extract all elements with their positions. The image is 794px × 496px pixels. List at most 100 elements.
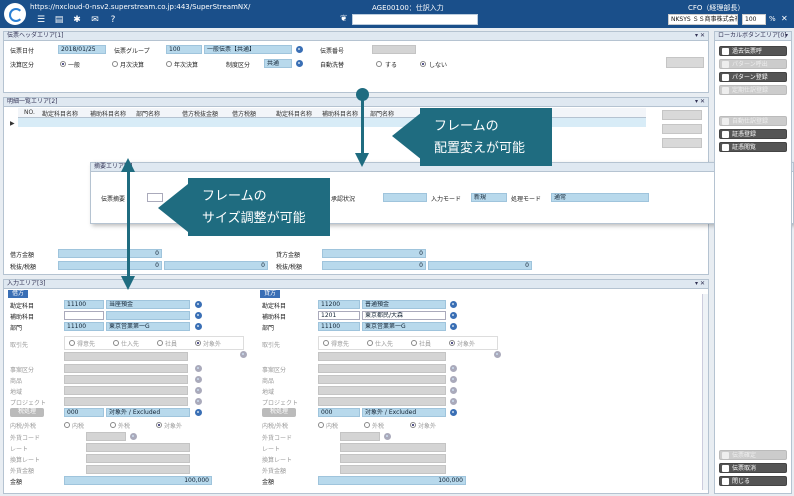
credit-dept-code[interactable]: 11100 (318, 322, 360, 331)
local-button-panel-title: ローカルボタンエリア[0] ▾ (715, 32, 791, 41)
search-icon[interactable] (450, 387, 457, 394)
debit-sub-code[interactable] (64, 311, 104, 320)
search-icon[interactable] (296, 46, 303, 53)
debit-tax-code[interactable]: 000 (64, 408, 104, 417)
debit-account-name: 当座預金 (106, 300, 190, 309)
pattern-register-button[interactable]: パターン登録 (719, 72, 787, 82)
search-input[interactable] (352, 14, 478, 25)
search-icon[interactable] (130, 433, 137, 440)
debit-partner-radio-supplier[interactable] (113, 340, 119, 346)
help-icon[interactable]: ? (108, 15, 118, 25)
search-icon[interactable] (450, 301, 457, 308)
local-button-panel: ローカルボタンエリア[0] ▾ 過去伝票呼 パターン呼出 パターン登録 定期仕訳登… (714, 31, 792, 494)
credit-tax-field-1: 0 (322, 261, 426, 270)
debit-fx-label: 外貨コード (10, 435, 41, 442)
confirm-header-button[interactable] (666, 57, 704, 68)
mail-icon[interactable]: ✉ (90, 15, 100, 25)
slip-confirm-button[interactable]: 伝票確定 (719, 450, 787, 460)
pattern-call-button[interactable]: パターン呼出 (719, 59, 787, 69)
search-icon[interactable] (296, 60, 303, 67)
search-icon[interactable] (494, 351, 501, 358)
voucher-register-button[interactable]: 証憑登録 (719, 129, 787, 139)
debit-inout-radio-none[interactable] (156, 422, 162, 428)
settle-opt-monthly: 月次決算 (120, 62, 145, 69)
company-select[interactable]: NKSYS ＳＳ商事株式会社 (668, 14, 738, 25)
search-icon[interactable] (195, 387, 202, 394)
input-panel-scrollbar[interactable] (702, 294, 708, 490)
debit-partner-radio-employee[interactable] (157, 340, 163, 346)
credit-tax-button[interactable]: 税処理 (262, 408, 296, 417)
search-icon[interactable] (450, 409, 457, 416)
credit-sub-code[interactable]: 1201 (318, 311, 360, 320)
user-role: CFO（経理部長） (688, 4, 745, 12)
menu-icon[interactable]: ☰ (36, 15, 46, 25)
credit-partner-radio-employee[interactable] (411, 340, 417, 346)
voucher-view-button[interactable]: 証憑閲覧 (719, 142, 787, 152)
auto-radio-no[interactable] (420, 61, 426, 67)
credit-inout-radio-out[interactable] (364, 422, 370, 428)
url-text: https://nxcloud-0-nsv2.superstream.co.jp… (30, 3, 251, 11)
move-callout-line1: フレームの (434, 119, 499, 134)
debit-inout-radio-in[interactable] (64, 422, 70, 428)
debit-inout-radio-out[interactable] (110, 422, 116, 428)
credit-tax-code[interactable]: 000 (318, 408, 360, 417)
search-icon[interactable] (195, 312, 202, 319)
settle-radio-general[interactable] (60, 61, 66, 67)
debit-amount-field[interactable]: 100,000 (64, 476, 212, 485)
date-field[interactable]: 2018/01/25 (58, 45, 106, 54)
debit-tax-button[interactable]: 税処理 (10, 408, 44, 417)
credit-amount-field[interactable]: 100,000 (318, 476, 466, 485)
close-button[interactable]: 閉じる (719, 476, 787, 486)
search-icon[interactable] (450, 312, 457, 319)
debit-dept-code[interactable]: 11100 (64, 322, 104, 331)
credit-amount-label: 金額 (262, 479, 275, 486)
group-code-field[interactable]: 100 (166, 45, 202, 54)
credit-inout-radio-in[interactable] (318, 422, 324, 428)
close-icon[interactable]: ✕ (781, 14, 788, 23)
auto-register-button[interactable]: 自動仕訳登録 (719, 116, 787, 126)
credit-partner-radio-customer[interactable] (323, 340, 329, 346)
settle-radio-monthly[interactable] (112, 61, 118, 67)
search-icon[interactable] (195, 398, 202, 405)
settle-radio-yearly[interactable] (166, 61, 172, 67)
periodic-register-button[interactable]: 定期仕訳登録 (719, 85, 787, 95)
past-slip-button[interactable]: 過去伝票呼 (719, 46, 787, 56)
search-icon[interactable] (450, 323, 457, 330)
auto-radio-yes[interactable] (376, 61, 382, 67)
approval-label: 承認状況 (331, 196, 356, 203)
search-icon[interactable] (450, 376, 457, 383)
zoom-select[interactable]: 100 (742, 14, 766, 25)
debit-partner-radio-customer[interactable] (69, 340, 75, 346)
credit-dept-name: 東京営業第一G (362, 322, 446, 331)
system-field[interactable]: 共通 (264, 59, 292, 68)
search-icon[interactable] (450, 365, 457, 372)
slip-cancel-button[interactable]: 伝票取消 (719, 463, 787, 473)
search-icon[interactable] (195, 365, 202, 372)
proc-label: 処理モード (511, 196, 542, 203)
row-add-button[interactable] (662, 110, 702, 120)
search-icon[interactable] (450, 398, 457, 405)
debit-account-code[interactable]: 11100 (64, 300, 104, 309)
search-icon[interactable] (195, 323, 202, 330)
list-icon[interactable]: ▤ (54, 15, 64, 25)
debit-sub-name (106, 311, 190, 320)
slip-cancel-label: 伝票取消 (732, 465, 757, 472)
credit-inout-radio-none[interactable] (410, 422, 416, 428)
search-icon[interactable] (384, 433, 391, 440)
credit-account-code[interactable]: 11200 (318, 300, 360, 309)
header-panel: 伝票ヘッダエリア[1] ▾ ✕ 伝票日付 2018/01/25 伝票グループ 10… (3, 31, 709, 93)
credit-partner-radio-none[interactable] (449, 340, 455, 346)
row-delete-button[interactable] (662, 138, 702, 148)
auto-label: 自動洗替 (320, 62, 345, 69)
debit-partner-radio-none[interactable] (195, 340, 201, 346)
gear-icon[interactable]: ✱ (72, 15, 82, 25)
credit-partner-opt4: 対象外 (457, 341, 476, 348)
search-icon[interactable] (195, 301, 202, 308)
slip-confirm-label: 伝票確定 (732, 452, 757, 459)
search-icon[interactable] (195, 409, 202, 416)
search-icon[interactable] (195, 376, 202, 383)
debit-partner-opt3: 社員 (165, 341, 178, 348)
credit-partner-radio-supplier[interactable] (367, 340, 373, 346)
row-insert-button[interactable] (662, 124, 702, 134)
search-icon[interactable] (240, 351, 247, 358)
